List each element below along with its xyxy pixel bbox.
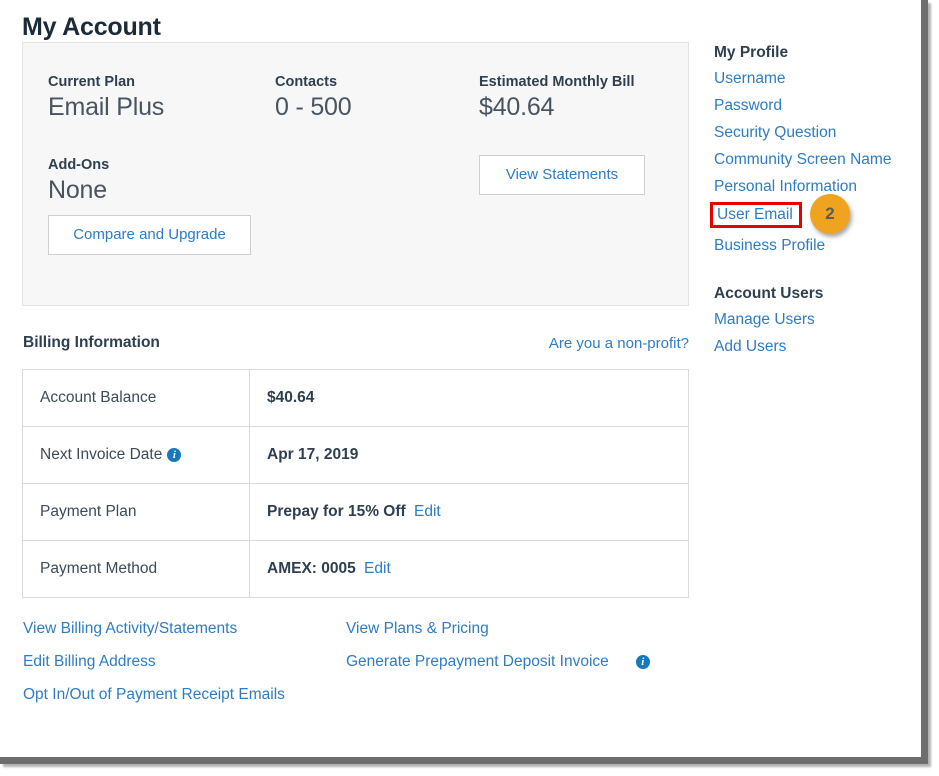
- edit-link[interactable]: Edit: [414, 503, 441, 520]
- account-users-links: Manage Users Add Users: [712, 311, 912, 356]
- billing-row-value: Prepay for 15% Off Edit: [249, 483, 689, 541]
- sidebar-item-personal-information[interactable]: Personal Information: [714, 178, 912, 196]
- contacts-value: 0 - 500: [275, 93, 352, 121]
- table-row: Payment Plan Prepay for 15% Off Edit: [22, 483, 689, 541]
- footer-link[interactable]: View Billing Activity/Statements: [23, 620, 285, 638]
- billing-row-label: Payment Method: [22, 540, 250, 598]
- billing-row-label: Next Invoice Date i: [22, 426, 250, 484]
- account-users-group: Account Users Manage Users Add Users: [712, 285, 912, 356]
- sidebar-item-add-users[interactable]: Add Users: [714, 338, 912, 356]
- footer-link[interactable]: Edit Billing Address: [23, 653, 285, 671]
- info-icon[interactable]: i: [635, 655, 650, 669]
- main-column: Current Plan Email Plus Contacts 0 - 500…: [22, 42, 689, 730]
- my-profile-heading: My Profile: [714, 44, 789, 61]
- account-users-heading: Account Users: [714, 285, 824, 302]
- page-title: My Account: [22, 13, 161, 41]
- my-profile-links-continued: Business Profile: [712, 237, 912, 255]
- sidebar-item-user-email[interactable]: User Email: [717, 206, 793, 224]
- billing-row-label: Account Balance: [22, 369, 250, 427]
- sidebar-item-community-screen-name[interactable]: Community Screen Name: [714, 151, 912, 169]
- billing-row-value: AMEX: 0005 Edit: [249, 540, 689, 598]
- screenshot-frame: My Account Current Plan Email Plus Conta…: [0, 0, 928, 764]
- footer-links-column-left: View Billing Activity/Statements Edit Bil…: [23, 620, 285, 719]
- billing-information-heading: Billing Information: [23, 334, 160, 351]
- sidebar-item-password[interactable]: Password: [714, 97, 912, 115]
- view-statements-button[interactable]: View Statements: [479, 155, 645, 195]
- addons-cell: Add-Ons None: [48, 157, 109, 205]
- current-plan-label: Current Plan: [48, 74, 136, 90]
- billing-row-value: $40.64: [249, 369, 689, 427]
- sidebar: My Profile Username Password Security Ques…: [710, 44, 912, 365]
- billing-row-label: Payment Plan: [22, 483, 250, 541]
- step-badge: 2: [810, 194, 850, 234]
- billing-header-row: Billing Information Are you a non-profit…: [22, 334, 689, 358]
- footer-link[interactable]: View Plans & Pricing: [346, 620, 650, 638]
- footer-links: View Billing Activity/Statements Edit Bil…: [22, 620, 689, 730]
- compare-and-upgrade-button[interactable]: Compare and Upgrade: [48, 215, 251, 255]
- estimated-bill-cell: Estimated Monthly Bill $40.64: [479, 74, 635, 122]
- account-page: My Account Current Plan Email Plus Conta…: [0, 0, 921, 757]
- table-row: Payment Method AMEX: 0005 Edit: [22, 540, 689, 598]
- sidebar-item-manage-users[interactable]: Manage Users: [714, 311, 912, 329]
- contacts-label: Contacts: [275, 74, 338, 90]
- info-icon[interactable]: i: [167, 448, 182, 462]
- current-plan-value: Email Plus: [48, 93, 165, 121]
- user-email-callout: User Email 2: [710, 194, 912, 234]
- footer-link[interactable]: Opt In/Out of Payment Receipt Emails: [23, 686, 285, 704]
- addons-label: Add-Ons: [48, 157, 110, 173]
- table-row: Account Balance $40.64: [22, 369, 689, 427]
- billing-row-value: Apr 17, 2019: [249, 426, 689, 484]
- footer-links-column-right: View Plans & Pricing Generate Prepayment …: [346, 620, 650, 686]
- footer-link[interactable]: Generate Prepayment Deposit Invoice i: [346, 653, 650, 671]
- my-profile-links: Username Password Security Question Communi…: [712, 70, 912, 196]
- estimated-bill-value: $40.64: [479, 93, 555, 121]
- non-profit-link[interactable]: Are you a non-profit?: [549, 335, 689, 352]
- current-plan-cell: Current Plan Email Plus: [48, 74, 164, 122]
- billing-information-table: Account Balance $40.64 Next Invoice Date i A…: [22, 369, 689, 598]
- edit-link[interactable]: Edit: [364, 560, 391, 577]
- estimated-bill-label: Estimated Monthly Bill: [479, 74, 635, 90]
- plan-summary-card: Current Plan Email Plus Contacts 0 - 500…: [22, 42, 689, 306]
- sidebar-item-business-profile[interactable]: Business Profile: [714, 237, 912, 255]
- sidebar-item-security-question[interactable]: Security Question: [714, 124, 912, 142]
- sidebar-item-username[interactable]: Username: [714, 70, 912, 88]
- contacts-cell: Contacts 0 - 500: [275, 74, 352, 122]
- table-row: Next Invoice Date i Apr 17, 2019: [22, 426, 689, 484]
- red-highlight-box: User Email: [710, 202, 802, 228]
- addons-value: None: [48, 176, 107, 204]
